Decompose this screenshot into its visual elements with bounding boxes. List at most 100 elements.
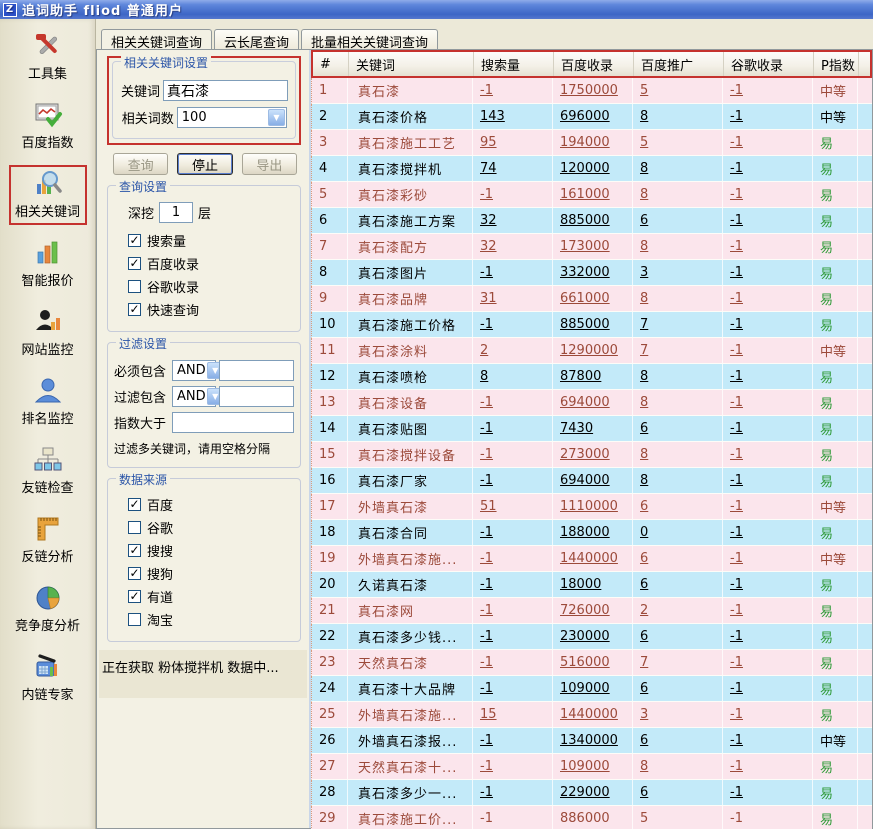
column-header-keyword[interactable]: 关键词 bbox=[349, 52, 474, 76]
baidu-promo-link[interactable]: 8 bbox=[633, 286, 723, 311]
google-include-link[interactable]: -1 bbox=[723, 338, 813, 363]
baidu-promo-link[interactable]: 6 bbox=[633, 780, 723, 805]
table-row[interactable]: 17外墙真石漆5111100006-1中等 bbox=[311, 494, 872, 520]
stop-button[interactable]: 停止 bbox=[177, 153, 232, 175]
search-volume-link[interactable]: 32 bbox=[473, 208, 553, 233]
search-volume-link[interactable]: -1 bbox=[473, 624, 553, 649]
search-volume-link[interactable]: 95 bbox=[473, 130, 553, 155]
baidu-promo-link[interactable]: 6 bbox=[633, 546, 723, 571]
search-volume-link[interactable]: -1 bbox=[473, 182, 553, 207]
baidu-include-link[interactable]: 229000 bbox=[553, 780, 633, 805]
baidu-include-link[interactable]: 1290000 bbox=[553, 338, 633, 363]
table-row[interactable]: 3真石漆施工工艺951940005-1易 bbox=[311, 130, 872, 156]
google-include-link[interactable]: -1 bbox=[723, 650, 813, 675]
google-include-link[interactable]: -1 bbox=[723, 780, 813, 805]
tab-related-keyword-query[interactable]: 相关关键词查询 bbox=[101, 29, 212, 49]
tab-batch-related-keyword-query[interactable]: 批量相关关键词查询 bbox=[301, 29, 438, 49]
baidu-promo-link[interactable]: 6 bbox=[633, 494, 723, 519]
search-volume-link[interactable]: -1 bbox=[473, 676, 553, 701]
google-include-link[interactable]: -1 bbox=[723, 286, 813, 311]
table-row[interactable]: 12真石漆喷枪8878008-1易 bbox=[311, 364, 872, 390]
baidu-include-link[interactable]: 726000 bbox=[553, 598, 633, 623]
google-include-link[interactable]: -1 bbox=[723, 104, 813, 129]
search-volume-link[interactable]: -1 bbox=[473, 598, 553, 623]
table-row[interactable]: 20久诺真石漆-1180006-1易 bbox=[311, 572, 872, 598]
google-include-link[interactable]: -1 bbox=[723, 390, 813, 415]
baidu-include-link[interactable]: 886000 bbox=[553, 806, 633, 829]
search-volume-link[interactable]: 8 bbox=[473, 364, 553, 389]
column-header-baidu-promo[interactable]: 百度推广 bbox=[634, 52, 724, 76]
search-volume-link[interactable]: 32 bbox=[473, 234, 553, 259]
baidu-promo-link[interactable]: 2 bbox=[633, 598, 723, 623]
sidebar-item-friendly-link-check[interactable]: 友链检查 bbox=[9, 441, 87, 501]
baidu-promo-link[interactable]: 8 bbox=[633, 156, 723, 181]
search-volume-link[interactable]: -1 bbox=[473, 806, 553, 829]
search-volume-link[interactable]: -1 bbox=[473, 728, 553, 753]
baidu-include-link[interactable]: 161000 bbox=[553, 182, 633, 207]
table-row[interactable]: 21真石漆网-17260002-1易 bbox=[311, 598, 872, 624]
checkbox-fast-query[interactable]: 快速查询 bbox=[128, 300, 294, 319]
baidu-promo-link[interactable]: 7 bbox=[633, 338, 723, 363]
google-include-link[interactable]: -1 bbox=[723, 442, 813, 467]
baidu-include-link[interactable]: 194000 bbox=[553, 130, 633, 155]
checkbox-google-include[interactable]: 谷歌收录 bbox=[128, 277, 294, 296]
baidu-promo-link[interactable]: 7 bbox=[633, 650, 723, 675]
search-volume-link[interactable]: -1 bbox=[473, 520, 553, 545]
google-include-link[interactable]: -1 bbox=[723, 702, 813, 727]
search-volume-link[interactable]: -1 bbox=[473, 390, 553, 415]
query-button[interactable]: 查询 bbox=[113, 153, 168, 175]
baidu-promo-link[interactable]: 8 bbox=[633, 364, 723, 389]
search-volume-link[interactable]: -1 bbox=[473, 416, 553, 441]
sidebar-item-internal-link-expert[interactable]: 内链专家 bbox=[9, 648, 87, 708]
checkbox-search-volume[interactable]: 搜索量 bbox=[128, 231, 294, 250]
search-volume-link[interactable]: -1 bbox=[473, 754, 553, 779]
baidu-promo-link[interactable]: 3 bbox=[633, 260, 723, 285]
google-include-link[interactable]: -1 bbox=[723, 208, 813, 233]
google-include-link[interactable]: -1 bbox=[723, 234, 813, 259]
table-row[interactable]: 29真石漆施工价...-18860005-1易 bbox=[311, 806, 872, 829]
table-row[interactable]: 6真石漆施工方案328850006-1易 bbox=[311, 208, 872, 234]
baidu-include-link[interactable]: 230000 bbox=[553, 624, 633, 649]
search-volume-link[interactable]: 31 bbox=[473, 286, 553, 311]
table-row[interactable]: 22真石漆多少钱...-12300006-1易 bbox=[311, 624, 872, 650]
baidu-promo-link[interactable]: 0 bbox=[633, 520, 723, 545]
search-volume-link[interactable]: -1 bbox=[473, 312, 553, 337]
baidu-promo-link[interactable]: 8 bbox=[633, 754, 723, 779]
google-include-link[interactable]: -1 bbox=[723, 572, 813, 597]
table-row[interactable]: 26外墙真石漆报...-113400006-1中等 bbox=[311, 728, 872, 754]
table-row[interactable]: 24真石漆十大品牌-11090006-1易 bbox=[311, 676, 872, 702]
search-volume-link[interactable]: -1 bbox=[473, 546, 553, 571]
checkbox-taobao[interactable]: 淘宝 bbox=[128, 610, 294, 629]
sidebar-item-rank-monitor[interactable]: 排名监控 bbox=[9, 372, 87, 432]
search-volume-link[interactable]: -1 bbox=[473, 650, 553, 675]
baidu-include-link[interactable]: 1340000 bbox=[553, 728, 633, 753]
must-include-input[interactable] bbox=[219, 360, 294, 381]
search-volume-link[interactable]: -1 bbox=[473, 442, 553, 467]
export-button[interactable]: 导出 bbox=[242, 153, 297, 175]
baidu-promo-link[interactable]: 6 bbox=[633, 728, 723, 753]
exclude-input[interactable] bbox=[219, 386, 294, 407]
baidu-include-link[interactable]: 696000 bbox=[553, 104, 633, 129]
baidu-include-link[interactable]: 661000 bbox=[553, 286, 633, 311]
google-include-link[interactable]: -1 bbox=[723, 364, 813, 389]
search-volume-link[interactable]: -1 bbox=[473, 78, 553, 103]
search-volume-link[interactable]: -1 bbox=[473, 468, 553, 493]
baidu-include-link[interactable]: 188000 bbox=[553, 520, 633, 545]
google-include-link[interactable]: -1 bbox=[723, 312, 813, 337]
baidu-promo-link[interactable]: 6 bbox=[633, 416, 723, 441]
baidu-include-link[interactable]: 87800 bbox=[553, 364, 633, 389]
column-header-baidu-include[interactable]: 百度收录 bbox=[554, 52, 634, 76]
table-row[interactable]: 9真石漆品牌316610008-1易 bbox=[311, 286, 872, 312]
baidu-promo-link[interactable]: 6 bbox=[633, 676, 723, 701]
index-greater-input[interactable] bbox=[172, 412, 294, 433]
depth-input[interactable] bbox=[159, 202, 193, 223]
sidebar-item-smart-quote[interactable]: 智能报价 bbox=[9, 234, 87, 294]
table-row[interactable]: 28真石漆多少一...-12290006-1易 bbox=[311, 780, 872, 806]
baidu-promo-link[interactable]: 8 bbox=[633, 390, 723, 415]
google-include-link[interactable]: -1 bbox=[723, 624, 813, 649]
table-row[interactable]: 10真石漆施工价格-18850007-1易 bbox=[311, 312, 872, 338]
search-volume-link[interactable]: 143 bbox=[473, 104, 553, 129]
google-include-link[interactable]: -1 bbox=[723, 78, 813, 103]
google-include-link[interactable]: -1 bbox=[723, 520, 813, 545]
table-row[interactable]: 5真石漆彩砂-11610008-1易 bbox=[311, 182, 872, 208]
